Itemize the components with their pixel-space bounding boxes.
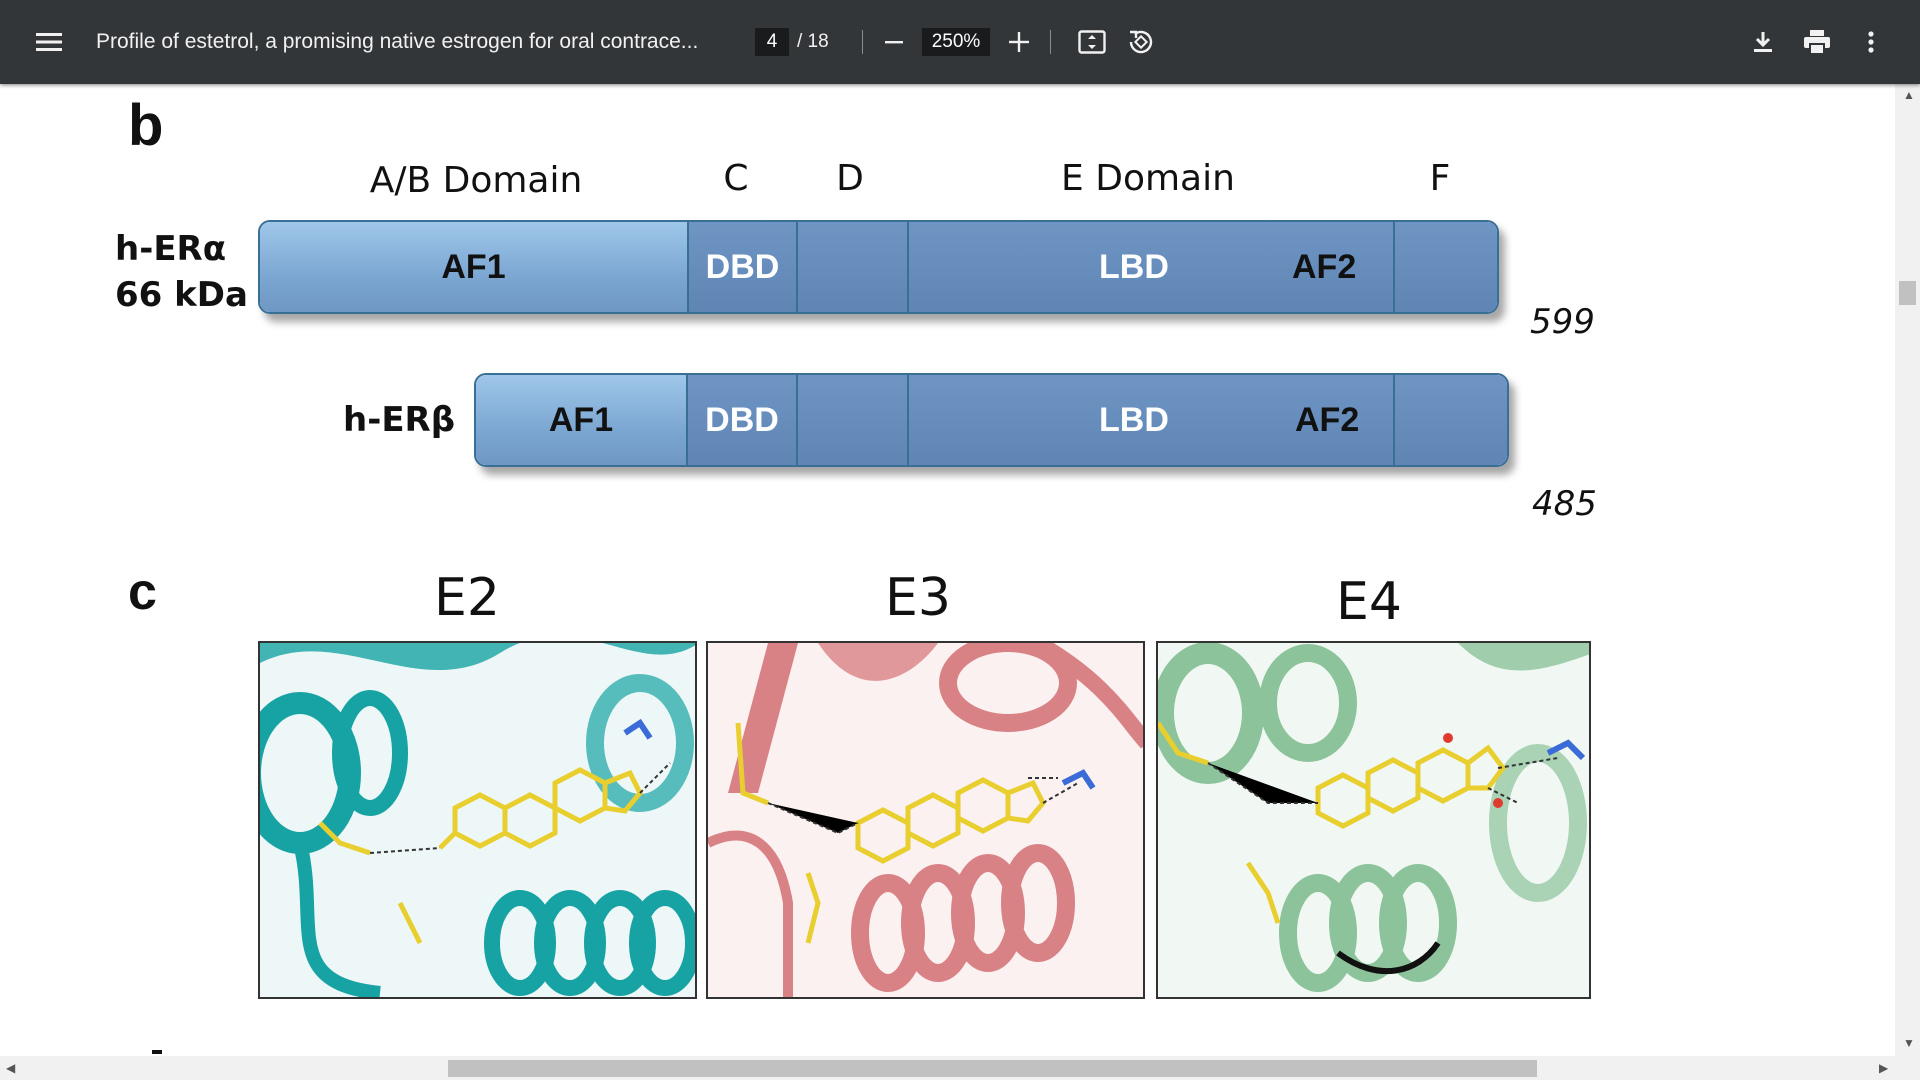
era-lbd: LBD: [1099, 247, 1169, 286]
horizontal-scrollbar[interactable]: ◀ ▶: [0, 1056, 1920, 1080]
era-hinge: [798, 222, 909, 312]
download-icon[interactable]: [1745, 24, 1781, 60]
e2-title: E2: [434, 568, 500, 628]
erb-af1: AF1: [476, 375, 688, 465]
scroll-down-icon[interactable]: ▼: [1903, 1036, 1915, 1050]
domain-f-label: F: [1429, 158, 1451, 199]
page-total: / 18: [797, 31, 829, 52]
erb-domain-bar: AF1 DBD LBD AF2: [474, 373, 1509, 467]
e4-structure-image: [1156, 641, 1591, 999]
domain-c-label: C: [723, 158, 749, 199]
erb-name: h-ERβ: [343, 400, 456, 440]
pdf-page-content: b A/B Domain C D E Domain F h-ERα 66 kDa…: [0, 84, 1895, 1056]
next-panel-fragment: [152, 1050, 162, 1054]
era-af2: AF2: [1292, 247, 1357, 286]
e3-structure-image: [706, 641, 1145, 999]
erb-lbd-segment: LBD AF2: [909, 375, 1395, 465]
e2-structure-image: [258, 641, 697, 999]
scroll-left-icon[interactable]: ◀: [6, 1061, 15, 1075]
erb-f-segment: [1395, 375, 1507, 465]
divider: [1050, 30, 1051, 54]
e4-title: E4: [1336, 572, 1402, 632]
page-number-input[interactable]: 4: [755, 28, 789, 56]
more-icon[interactable]: [1853, 24, 1889, 60]
zoom-out-icon[interactable]: [876, 24, 912, 60]
era-dbd: DBD: [689, 222, 798, 312]
vertical-scroll-thumb[interactable]: [1899, 281, 1916, 305]
panel-c-letter: c: [128, 563, 157, 621]
e3-title: E3: [885, 568, 951, 628]
era-length: 599: [1530, 302, 1595, 342]
panel-b-letter: b: [128, 93, 164, 158]
zoom-in-icon[interactable]: [1001, 24, 1037, 60]
vertical-scrollbar[interactable]: ▲ ▼: [1895, 84, 1920, 1056]
era-mass: 66 kDa: [115, 275, 248, 315]
pdf-toolbar: Profile of estetrol, a promising native …: [0, 0, 1920, 84]
era-label: h-ERα 66 kDa: [115, 226, 248, 318]
era-f-segment: [1395, 222, 1497, 312]
print-icon[interactable]: [1799, 24, 1835, 60]
scroll-right-icon[interactable]: ▶: [1879, 1061, 1888, 1075]
horizontal-scroll-thumb[interactable]: [448, 1060, 1537, 1077]
erb-dbd: DBD: [688, 375, 798, 465]
fit-page-icon[interactable]: [1074, 24, 1110, 60]
era-name: h-ERα: [115, 229, 227, 269]
era-lbd-segment: LBD AF2: [909, 222, 1395, 312]
era-domain-bar: AF1 DBD LBD AF2: [258, 220, 1499, 314]
zoom-level-input[interactable]: 250%: [922, 28, 990, 56]
era-af1: AF1: [260, 222, 689, 312]
divider: [862, 30, 863, 54]
scroll-up-icon[interactable]: ▲: [1903, 88, 1915, 102]
erb-length: 485: [1532, 484, 1597, 524]
rotate-icon[interactable]: [1123, 24, 1159, 60]
erb-hinge: [798, 375, 909, 465]
erb-lbd: LBD: [1099, 400, 1169, 439]
menu-icon[interactable]: [29, 22, 69, 62]
domain-ab-label: A/B Domain: [369, 160, 583, 201]
domain-d-label: D: [836, 158, 864, 199]
erb-af2: AF2: [1295, 400, 1360, 439]
document-title: Profile of estetrol, a promising native …: [96, 30, 699, 53]
domain-e-label: E Domain: [1061, 158, 1235, 199]
